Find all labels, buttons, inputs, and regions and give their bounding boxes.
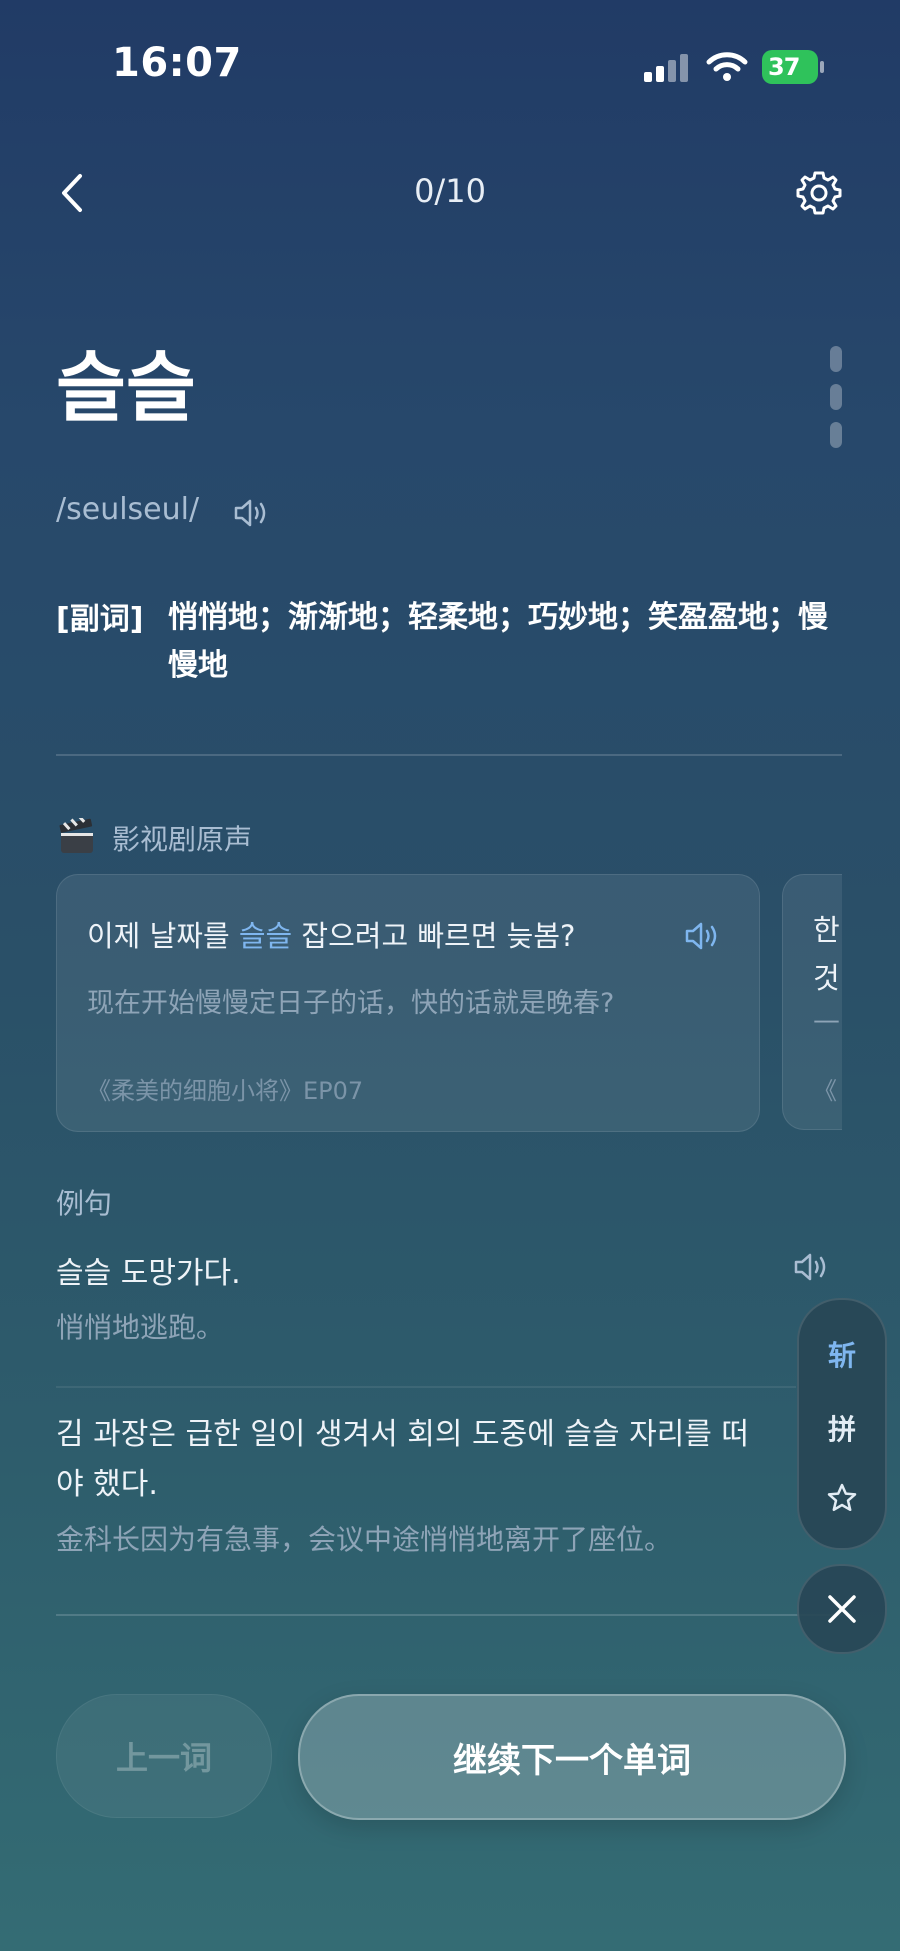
previous-word-button[interactable]: 上一词 (56, 1694, 272, 1818)
scroll-indicator (830, 346, 842, 460)
clip-translation: 现在开始慢慢定日子的话，快的话就是晚春? (87, 988, 615, 1019)
phonetic: /seulseul/ (56, 492, 200, 527)
wifi-icon (706, 52, 748, 81)
part-of-speech: [副词] (56, 602, 144, 637)
close-icon (828, 1595, 856, 1623)
battery-indicator: 37 (762, 50, 824, 84)
clip-source: 《 (813, 1077, 837, 1105)
speaker-icon[interactable] (792, 1250, 832, 1284)
favorite-button[interactable] (799, 1482, 885, 1516)
divider (56, 754, 842, 756)
settings-gear-icon[interactable] (796, 170, 842, 216)
side-toolbar: 斩 拼 (797, 1298, 887, 1550)
zhan-button[interactable]: 斩 (799, 1334, 885, 1374)
speaker-icon[interactable] (232, 496, 272, 530)
clapperboard-icon (59, 818, 93, 853)
cellular-signal-icon (644, 54, 688, 82)
headword: 슬슬 (56, 343, 196, 432)
clip-korean-line: 것 (813, 961, 840, 995)
clip-translation: — (813, 1005, 840, 1036)
definition: 悄悄地；渐渐地；轻柔地；巧妙地；笑盈盈地；慢慢地 (168, 600, 828, 683)
film-clip-card[interactable]: 이제 날짜를 슬슬 잡으려고 빠르면 늦봄? 现在开始慢慢定日子的话，快的话就是… (56, 874, 760, 1132)
clip-source: 《柔美的细胞小将》EP07 (87, 1077, 364, 1105)
battery-level: 37 (768, 53, 800, 81)
status-time: 16:07 (112, 40, 242, 86)
film-clip-card-next[interactable]: 한 것 — 《 (782, 874, 842, 1130)
example-sentence: 슬슬 도망가다. (56, 1256, 241, 1291)
clip-korean-line: 이제 날짜를 슬슬 잡으려고 빠르면 늦봄? (87, 919, 576, 953)
clip-korean-line: 한 (813, 913, 840, 947)
film-section-title: 影视剧原声 (112, 823, 253, 856)
pin-button[interactable]: 拼 (799, 1408, 885, 1448)
progress-counter: 0/10 (414, 172, 486, 210)
example-translation: 金科长因为有急事，会议中途悄悄地离开了座位。 (56, 1523, 673, 1556)
divider (56, 1386, 796, 1388)
close-button[interactable] (797, 1564, 887, 1654)
clip-highlight-word: 슬슬 (238, 919, 293, 953)
divider (56, 1614, 842, 1616)
next-word-button[interactable]: 继续下一个单词 (298, 1694, 846, 1820)
examples-section-title: 例句 (56, 1187, 113, 1220)
example-translation: 悄悄地逃跑。 (56, 1311, 225, 1344)
star-icon (827, 1483, 857, 1512)
example-sentence: 김 과장은 급한 일이 생겨서 회의 도중에 슬슬 자리를 떠야 했다. (56, 1417, 750, 1502)
speaker-icon[interactable] (683, 919, 723, 953)
